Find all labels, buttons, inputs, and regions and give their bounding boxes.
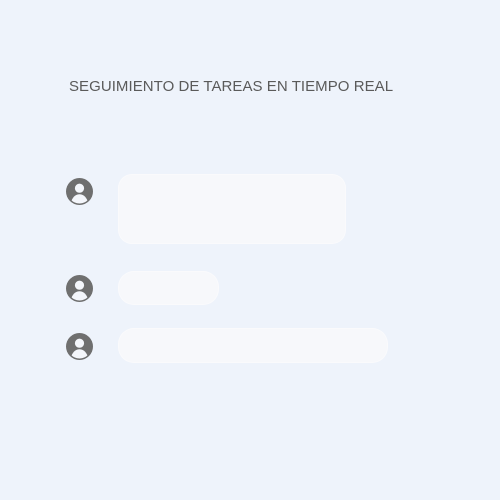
task-tracking-screen: SEGUIMIENTO DE TAREAS EN TIEMPO REAL xyxy=(0,0,500,500)
user-avatar-icon xyxy=(66,275,93,302)
message-bubble xyxy=(118,174,346,244)
message-bubble xyxy=(118,271,219,305)
page-title: SEGUIMIENTO DE TAREAS EN TIEMPO REAL xyxy=(69,78,394,95)
message-bubble xyxy=(118,328,388,363)
user-avatar-icon xyxy=(66,178,93,205)
user-avatar-icon xyxy=(66,333,93,360)
